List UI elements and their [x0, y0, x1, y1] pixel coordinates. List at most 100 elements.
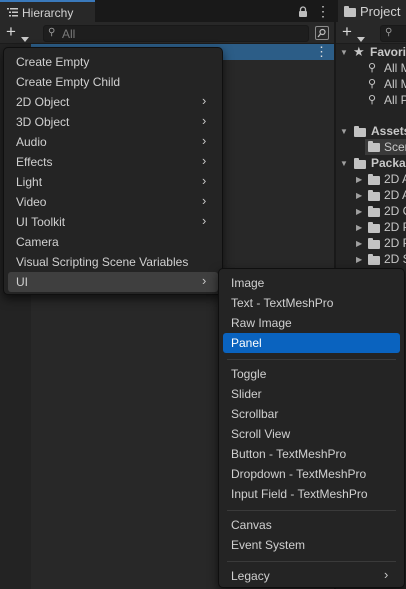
folder-icon	[368, 254, 380, 265]
menu-item-label: Toggle	[231, 367, 267, 381]
row-menu-icon[interactable]: ⋮	[315, 44, 328, 60]
menu-item-create-empty[interactable]: Create Empty	[8, 52, 218, 72]
list-item[interactable]: 2D Aseprite Importer	[384, 188, 406, 202]
expand-arrow-icon[interactable]: ▼	[340, 127, 348, 136]
menu-item-audio[interactable]: Audio ›	[8, 132, 218, 152]
chevron-right-icon: ›	[202, 133, 207, 148]
hierarchy-tab-menu-icon[interactable]: ⋮	[316, 3, 330, 20]
ui-submenu: Image Text - TextMeshPro Raw Image Panel…	[218, 268, 405, 588]
menu-item-label: Dropdown - TextMeshPro	[231, 467, 367, 481]
list-item[interactable]: 2D Pixel Perfect	[384, 220, 406, 234]
chevron-right-icon: ›	[202, 273, 207, 288]
expand-arrow-icon[interactable]: ▶	[356, 255, 362, 264]
menu-item-label: Camera	[16, 235, 59, 249]
list-item[interactable]: 2D Animation	[384, 172, 406, 186]
menu-item-label: Image	[231, 276, 265, 290]
menu-item-ui-toolkit[interactable]: UI Toolkit ›	[8, 212, 218, 232]
lock-icon[interactable]	[298, 6, 308, 18]
expand-arrow-icon[interactable]: ▼	[340, 159, 348, 168]
list-item[interactable]: 2D SpriteShape	[384, 252, 406, 266]
project-add-button[interactable]: +	[340, 22, 368, 42]
menu-item-2d-object[interactable]: 2D Object ›	[8, 92, 218, 112]
menu-separator	[227, 510, 396, 511]
menu-item-label: Scroll View	[231, 427, 291, 441]
menu-item-label: Video	[16, 195, 47, 209]
plus-icon: +	[6, 22, 16, 41]
list-item[interactable]: All Materials	[384, 61, 406, 75]
list-item[interactable]: 2D Common	[384, 204, 406, 218]
star-icon: ★	[353, 44, 365, 59]
expand-arrow-icon[interactable]: ▼	[340, 48, 348, 57]
menu-item-light[interactable]: Light ›	[8, 172, 218, 192]
menu-item-label: Visual Scripting Scene Variables	[16, 255, 189, 269]
menu-item-label: Create Empty	[16, 55, 90, 69]
menu-item-label: Effects	[16, 155, 53, 169]
menu-item-input-field-textmeshpro[interactable]: Input Field - TextMeshPro	[223, 484, 400, 504]
menu-item-toggle[interactable]: Toggle	[223, 364, 400, 384]
menu-separator	[227, 359, 396, 360]
menu-item-video[interactable]: Video ›	[8, 192, 218, 212]
chevron-right-icon: ›	[202, 153, 207, 168]
chevron-right-icon: ›	[202, 113, 207, 128]
menu-item-label: Event System	[231, 538, 306, 552]
menu-item-ui[interactable]: UI ›	[8, 272, 218, 292]
menu-item-create-empty-child[interactable]: Create Empty Child	[8, 72, 218, 92]
list-item[interactable]: All Models	[384, 77, 406, 91]
project-tab-label: Project	[360, 4, 401, 19]
menu-item-raw-image[interactable]: Raw Image	[223, 313, 400, 333]
menu-item-label: Button - TextMeshPro	[231, 447, 347, 461]
menu-item-canvas[interactable]: Canvas	[223, 515, 400, 535]
tab-project[interactable]: Project	[338, 0, 406, 22]
scene-search-icon[interactable]	[315, 26, 329, 40]
menu-item-label: Canvas	[231, 518, 272, 532]
menu-item-panel[interactable]: Panel	[223, 333, 400, 353]
list-item[interactable]: 2D PSD Importer	[384, 236, 406, 250]
chevron-right-icon: ›	[202, 213, 207, 228]
menu-item-3d-object[interactable]: 3D Object ›	[8, 112, 218, 132]
project-search-input[interactable]: ⚲	[380, 25, 406, 42]
menu-item-visual-scripting-scene-variables[interactable]: Visual Scripting Scene Variables	[8, 252, 218, 272]
menu-item-effects[interactable]: Effects ›	[8, 152, 218, 172]
expand-arrow-icon[interactable]: ▶	[356, 175, 362, 184]
menu-item-button-textmeshpro[interactable]: Button - TextMeshPro	[223, 444, 400, 464]
folder-icon	[368, 141, 380, 152]
menu-item-label: Legacy	[231, 569, 270, 583]
favorites-label[interactable]: Favorites	[370, 45, 406, 59]
menu-item-label: UI Toolkit	[16, 215, 66, 229]
menu-item-scrollbar[interactable]: Scrollbar	[223, 404, 400, 424]
list-item[interactable]: All Prefabs	[384, 93, 406, 107]
create-menu: Create Empty Create Empty Child 2D Objec…	[3, 47, 223, 295]
search-icon: ⚲	[368, 62, 377, 74]
menu-item-label: Light	[16, 175, 43, 189]
chevron-right-icon: ›	[202, 173, 207, 188]
menu-item-label: Panel	[231, 336, 262, 350]
expand-arrow-icon[interactable]: ▶	[356, 223, 362, 232]
folder-icon	[354, 126, 366, 137]
expand-arrow-icon[interactable]: ▶	[356, 191, 362, 200]
hierarchy-add-button[interactable]: +	[4, 22, 32, 42]
folder-icon	[354, 158, 366, 169]
hierarchy-search-input[interactable]: ⚲ All	[43, 25, 309, 42]
menu-item-scroll-view[interactable]: Scroll View	[223, 424, 400, 444]
menu-item-image[interactable]: Image	[223, 273, 400, 293]
hierarchy-tab-label: Hierarchy	[22, 6, 74, 20]
plus-icon: +	[342, 22, 352, 41]
menu-item-camera[interactable]: Camera	[8, 232, 218, 252]
menu-item-label: Slider	[231, 387, 262, 401]
folder-icon	[368, 206, 380, 217]
folder-icon	[368, 174, 380, 185]
expand-arrow-icon[interactable]: ▶	[356, 207, 362, 216]
expand-arrow-icon[interactable]: ▶	[356, 239, 362, 248]
search-icon: ⚲	[368, 78, 377, 90]
packages-label[interactable]: Packages	[371, 156, 406, 170]
menu-item-event-system[interactable]: Event System	[223, 535, 400, 555]
menu-item-label: 2D Object	[16, 95, 70, 109]
menu-item-dropdown-textmeshpro[interactable]: Dropdown - TextMeshPro	[223, 464, 400, 484]
menu-item-legacy[interactable]: Legacy ›	[223, 566, 400, 586]
menu-item-slider[interactable]: Slider	[223, 384, 400, 404]
assets-label[interactable]: Assets	[371, 124, 406, 138]
menu-item-text-textmeshpro[interactable]: Text - TextMeshPro	[223, 293, 400, 313]
folder-icon	[344, 6, 356, 17]
tab-hierarchy[interactable]: Hierarchy	[0, 0, 95, 22]
menu-separator	[227, 561, 396, 562]
